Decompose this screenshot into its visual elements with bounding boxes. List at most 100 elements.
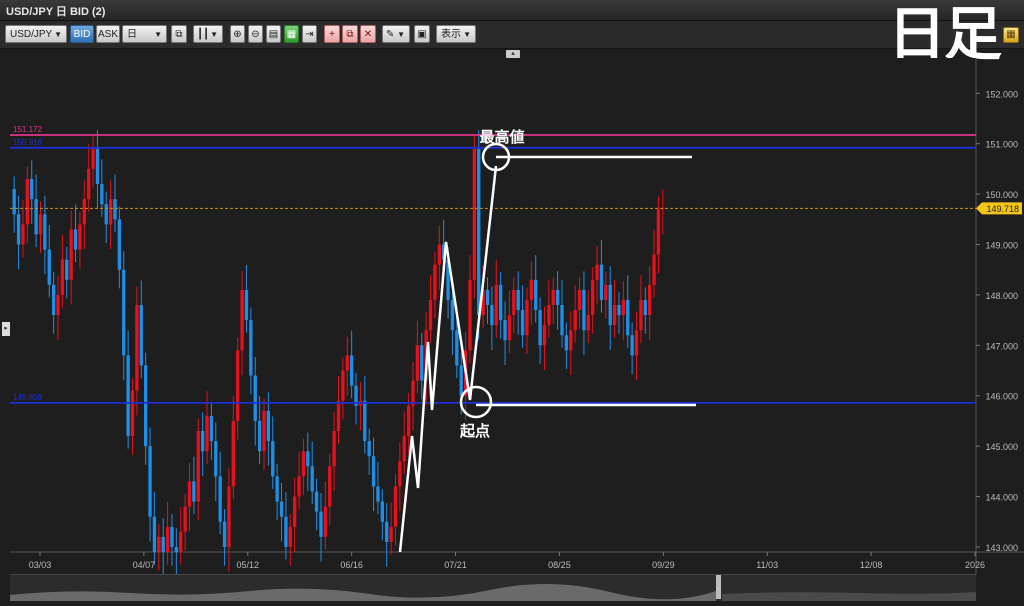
candle-body: [621, 299, 626, 316]
price-tick-label: 145.000: [985, 442, 1018, 452]
candle-body: [437, 244, 441, 265]
price-tick-label: 148.000: [985, 291, 1018, 301]
candle-body: [306, 451, 310, 467]
date-tick-label: 11/03: [756, 560, 778, 570]
candle-body: [95, 148, 100, 185]
candle-body: [520, 310, 525, 336]
candle-body: [319, 511, 323, 537]
candle-body: [214, 441, 218, 477]
candle-body: [551, 289, 555, 305]
candle-body: [152, 516, 157, 552]
candle-body: [130, 390, 135, 437]
candle-body: [630, 335, 634, 356]
candle-body: [472, 148, 477, 280]
candle-body: [314, 491, 319, 512]
date-tick-label: 08/25: [548, 560, 571, 570]
candle-body: [157, 536, 161, 552]
candle-body: [512, 289, 516, 316]
candle-body: [459, 365, 463, 396]
candle-body: [16, 214, 21, 245]
candle-body: [135, 305, 139, 391]
candle-body: [297, 476, 301, 497]
candle-body: [433, 264, 437, 300]
candle-body: [367, 441, 371, 457]
candle-body: [529, 279, 533, 300]
candle-body: [240, 289, 244, 351]
candle-body: [428, 299, 433, 331]
candle-body: [586, 315, 590, 331]
candle-body: [455, 330, 459, 366]
candle-body: [468, 279, 472, 351]
candle-body: [406, 405, 411, 437]
candle-body: [275, 476, 279, 502]
candle-body: [591, 279, 595, 316]
candle-body: [165, 526, 170, 552]
candle-body: [564, 335, 569, 351]
candle-body: [612, 305, 617, 326]
candle-body: [336, 400, 341, 432]
peak-label: 最高値: [479, 128, 524, 146]
candle-body: [148, 446, 152, 517]
navigator-handle[interactable]: [716, 575, 721, 599]
candle-body: [547, 305, 551, 326]
candle-body: [398, 461, 402, 487]
candle-body: [257, 420, 262, 452]
candle-body: [249, 320, 253, 376]
candle-body: [139, 305, 143, 366]
candle-body: [126, 355, 130, 437]
candle-body: [389, 526, 393, 542]
date-tick-label: 12/08: [860, 560, 883, 570]
candle-body: [161, 536, 165, 552]
candle-body: [200, 431, 205, 452]
candle-body: [507, 315, 512, 341]
candle-body: [38, 214, 43, 235]
candle-body: [647, 284, 652, 316]
candle-body: [415, 345, 420, 381]
candle-body: [179, 531, 183, 552]
navigator-overview[interactable]: [10, 574, 976, 601]
candle-body: [363, 400, 367, 442]
candle-body: [450, 299, 455, 331]
candle-body: [30, 178, 34, 200]
candle-body: [91, 148, 95, 169]
date-tick-label: 04/07: [133, 560, 156, 570]
candle-body: [122, 269, 126, 356]
candle-body: [284, 516, 288, 547]
candle-body: [310, 466, 314, 492]
price-tick-label: 144.000: [985, 493, 1018, 503]
candle-body: [420, 345, 424, 381]
candle-body: [301, 451, 306, 477]
candle-body: [209, 415, 214, 442]
candle-body: [244, 289, 249, 321]
candle-body: [262, 410, 266, 452]
candle-body: [82, 199, 86, 225]
candle-body: [582, 289, 586, 331]
candle-body: [78, 224, 82, 250]
date-tick-label: 06/16: [340, 560, 363, 570]
candle-body: [21, 224, 25, 245]
candle-body: [569, 330, 573, 351]
candle-body: [144, 365, 148, 447]
candle-body: [60, 259, 65, 295]
candle-body: [293, 496, 297, 527]
candle-body: [498, 284, 503, 321]
price-chart[interactable]: 151.172 150.918 145.858 149.718 152.000 151.…: [0, 0, 1024, 602]
candle-body: [34, 199, 38, 235]
candle-body: [43, 214, 47, 250]
navigator-sparkline: [10, 583, 976, 601]
start-label: 起点: [459, 422, 490, 440]
candle-body: [349, 355, 354, 386]
candle-body: [595, 264, 599, 280]
candle-body: [656, 209, 661, 255]
date-tick-label: 03/03: [29, 560, 52, 570]
price-axis: 152.000 151.000 150.000 149.000 148.000 147.0…: [976, 89, 1018, 553]
candle-body: [639, 299, 643, 331]
candle-body: [117, 219, 122, 270]
candle-body: [341, 370, 345, 401]
candle-body: [253, 375, 257, 421]
price-tick-label: 146.000: [985, 392, 1018, 402]
date-tick-label: 07/21: [444, 560, 467, 570]
candle-body: [87, 168, 91, 200]
candle-body: [604, 284, 608, 300]
candle-body: [183, 506, 187, 532]
